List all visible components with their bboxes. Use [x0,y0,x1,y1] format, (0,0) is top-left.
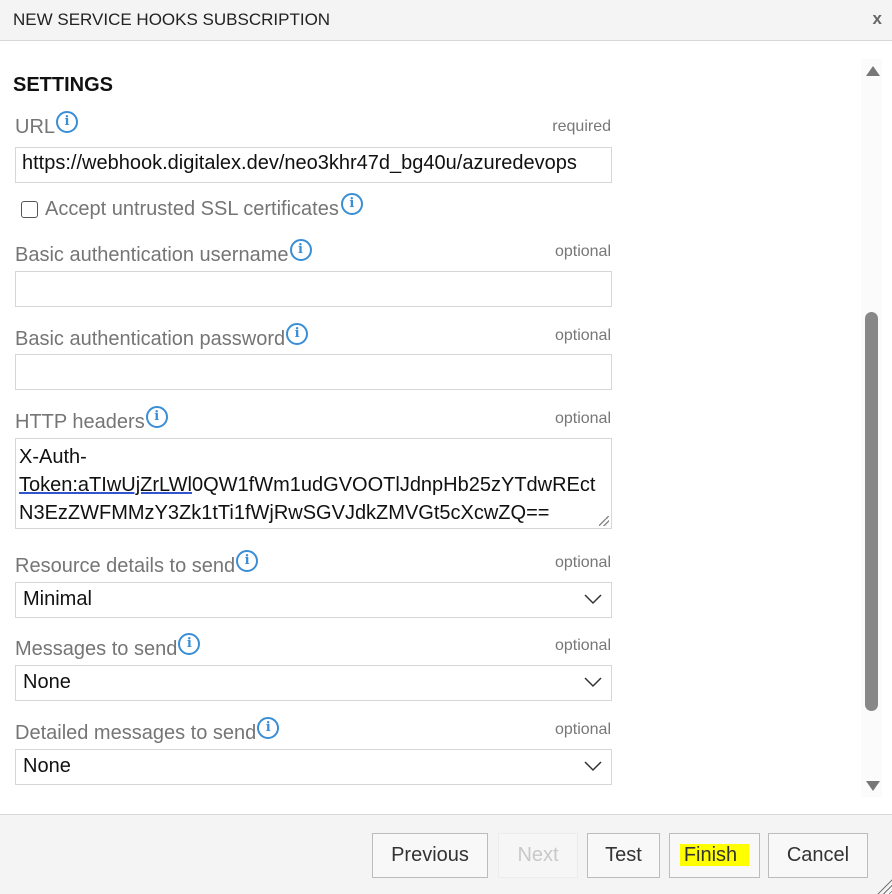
chevron-down-icon [584,677,602,688]
info-icon[interactable]: i [289,238,312,261]
dialog-content: SETTINGS URL i required https://webhook.… [0,41,860,814]
password-optional-hint: optional [554,327,611,344]
info-icon[interactable]: i [56,110,79,133]
detailed-messages-value: None [23,755,71,777]
dialog-footer: Previous Next Test Finish Cancel [0,814,892,894]
username-optional-hint: optional [554,243,611,260]
password-input[interactable] [15,354,612,390]
dialog-titlebar: NEW SERVICE HOOKS SUBSCRIPTION x [0,0,892,41]
scrollbar-thumb[interactable] [865,312,878,711]
messages-select[interactable]: None [15,665,612,701]
cancel-button[interactable]: Cancel [768,833,868,878]
detailed-messages-label: Detailed messages to send i [15,716,280,745]
chevron-down-icon [584,761,602,772]
vertical-scrollbar[interactable] [861,59,882,797]
section-title: SETTINGS [13,74,114,96]
next-button[interactable]: Next [498,833,578,878]
chevron-down-icon [584,594,602,605]
accept-ssl-checkbox[interactable] [21,201,38,218]
messages-optional-hint: optional [554,637,611,654]
resource-details-label-text: Resource details to send [15,555,236,577]
username-label-text: Basic authentication username [15,244,289,266]
url-required-hint: required [552,118,611,135]
url-input[interactable]: https://webhook.digitalex.dev/neo3khr47d… [15,147,612,183]
info-icon[interactable]: i [178,632,201,655]
window-resize-grip[interactable] [874,876,892,894]
finish-label: Finish [679,844,750,866]
info-icon[interactable]: i [257,716,280,739]
resource-details-select[interactable]: Minimal [15,582,612,618]
finish-button[interactable]: Finish [669,833,760,878]
info-icon[interactable]: i [340,192,363,215]
scroll-down-arrow-icon[interactable] [866,781,880,791]
previous-button[interactable]: Previous [372,833,488,878]
messages-label: Messages to send i [15,632,201,661]
resource-details-optional-hint: optional [554,554,611,571]
header-text-prefix: X-Auth- [19,446,87,468]
dialog-title: NEW SERVICE HOOKS SUBSCRIPTION [13,10,331,29]
detailed-messages-label-text: Detailed messages to send [15,722,257,744]
resource-details-value: Minimal [23,588,92,610]
accept-ssl-label[interactable]: Accept untrusted SSL certificates [45,198,339,221]
scroll-up-arrow-icon[interactable] [866,66,880,76]
http-headers-textarea[interactable]: X-Auth- Token:aTIwUjZrLWl0QW1fWm1udGVOOTl… [15,438,612,529]
test-button[interactable]: Test [587,833,660,878]
detailed-messages-select[interactable]: None [15,749,612,785]
close-icon[interactable]: x [873,9,882,29]
password-label-text: Basic authentication password [15,328,286,350]
resource-details-label: Resource details to send i [15,549,259,578]
url-label: URL i [15,110,79,139]
username-label: Basic authentication username i [15,238,312,267]
username-input[interactable] [15,271,612,307]
accept-ssl-row: Accept untrusted SSL certificates i [21,192,363,221]
info-icon[interactable]: i [286,322,309,345]
messages-value: None [23,671,71,693]
url-label-text: URL [15,116,56,138]
password-label: Basic authentication password i [15,322,309,351]
info-icon[interactable]: i [145,405,168,428]
http-headers-label: HTTP headers i [15,405,168,434]
info-icon[interactable]: i [236,549,259,572]
http-headers-optional-hint: optional [554,410,611,427]
messages-label-text: Messages to send [15,638,178,660]
textarea-resize-handle[interactable] [599,516,609,526]
detailed-messages-optional-hint: optional [554,721,611,738]
http-headers-label-text: HTTP headers [15,411,145,433]
header-text-spellcheck: Token:aTIwUjZrLWl [19,474,192,496]
